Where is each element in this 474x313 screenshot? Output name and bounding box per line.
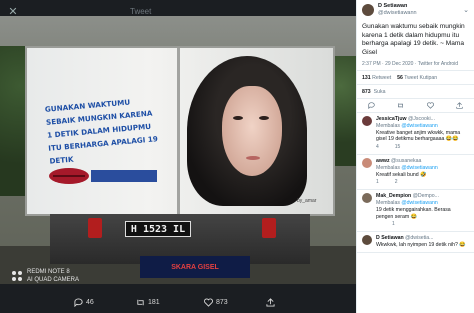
like-count[interactable]: 1 [392,221,395,228]
reply-handle[interactable]: @Dempo... [413,193,439,199]
chevron-down-icon[interactable]: ⌄ [463,6,469,14]
share-icon [266,298,275,307]
author-name[interactable]: D Setiawan [378,3,417,10]
retweet-icon [137,299,144,306]
camera-dots-icon [12,271,22,281]
tweet-side-panel: D Setiawan @dwisetiawann ⌄ Gunakan waktu… [356,0,474,313]
heart-icon[interactable] [426,102,434,109]
tweet-text: Gunakan waktumu sebaik mungkin karena 1 … [362,23,465,56]
replying-to-link[interactable]: @dwisetiawann [401,165,437,171]
truck-box: Gunakan waktumu sebaik mungkin karena 1 … [25,46,335,216]
reply-text: 19 detik menggairahkan. Berasa pengen se… [376,206,451,220]
reply-icon[interactable] [368,102,375,109]
reply-author[interactable]: JessicaTjuw [376,116,407,122]
like-action[interactable]: 873 [204,298,228,307]
lips-graphic [49,168,89,184]
replying-to-link[interactable]: @dwisetiawann [401,123,437,129]
tweet-meta: 2:37 PM · 29 Dec 2020 · Twitter for Andr… [357,59,474,71]
painter-signature: by_amar [297,198,317,204]
camera-watermark: REDMI NOTE 8 AI QUAD CAMERA [12,268,79,284]
mudflap: SKARA GISEL [140,256,250,278]
reply-actions: 1 [376,221,469,228]
retweet-stat[interactable]: 131 Retweet [362,75,391,81]
viewer-topbar: ✕ Tweet [0,0,356,22]
tail-light-left [88,218,102,238]
retweet-icon[interactable] [397,102,404,109]
viewer-title: Tweet [130,6,152,16]
media-viewer: Gunakan waktumu sebaik mungkin karena 1 … [0,0,356,313]
avatar[interactable] [362,116,372,126]
tweet-stats: 131 Retweet 56 Tweet Kutipan [357,71,474,85]
truck-slogan: Gunakan waktumu sebaik mungkin karena 1 … [44,97,159,166]
reply-item[interactable]: Mak_Dempion @Dempo... Membalas @dwisetia… [357,190,474,233]
tweet-author[interactable]: D Setiawan @dwisetiawann ⌄ [357,0,474,20]
reply-handle[interactable]: @susanekaa [391,158,421,164]
camera-model: REDMI NOTE 8 [27,269,70,275]
likes-stat[interactable]: 873 Suka [357,85,474,99]
like-count: 873 [216,299,228,306]
share-action[interactable] [266,298,275,307]
camera-feature: AI QUAD CAMERA [27,277,80,283]
portrait-eye-left [233,116,243,120]
reply-text: Wkwkwk, lah nyimpen 19 detik nih? 😂 [376,241,466,248]
reply-text: Kreative banget anjim wkwkk, mama gisel … [376,129,461,143]
reply-handle[interactable]: @dwisetia... [405,235,433,241]
avatar[interactable] [362,235,372,246]
reply-author[interactable]: D Setiawan [376,235,404,241]
retweet-count: 181 [148,299,160,306]
portrait-mouth [246,156,260,160]
license-plate: H 1523 IL [125,221,191,237]
reply-icon [74,298,83,307]
avatar[interactable] [362,193,372,204]
tweet-photo[interactable]: Gunakan waktumu sebaik mungkin karena 1 … [0,16,356,284]
share-icon[interactable] [456,102,463,109]
reply-item[interactable]: awwz @susanekaa Membalas @dwisetiawann K… [357,155,474,191]
quote-stat[interactable]: 56 Tweet Kutipan [397,75,437,81]
reply-count[interactable]: 4 [376,144,379,151]
viewer-actions: 46 181 873 [0,292,356,313]
tail-light-right [262,218,276,238]
reply-text: Kreatif sekali bund 🤣 [376,171,427,178]
reply-author[interactable]: awwz [376,158,390,164]
tweet-action-bar [357,99,474,113]
avatar[interactable] [362,157,372,168]
avatar[interactable] [362,4,374,16]
author-handle[interactable]: @dwisetiawann [378,10,417,17]
replying-to-link[interactable]: @dwisetiawann [401,200,437,206]
like-count[interactable]: 15 [395,144,401,151]
reply-count[interactable]: 1 [376,179,379,186]
reply-action[interactable]: 46 [74,298,94,307]
reply-count: 46 [86,299,94,306]
reply-author[interactable]: Mak_Dempion [376,193,411,199]
portrait-painting [177,56,327,206]
close-icon[interactable]: ✕ [6,4,20,18]
heart-icon [204,298,213,307]
reply-actions: 4 15 [376,144,469,151]
like-count[interactable]: 2 [395,179,398,186]
portrait-face [222,86,282,176]
reply-handle[interactable]: @Jscooki... [408,116,435,122]
reply-actions: 12 [376,179,469,186]
reply-item[interactable]: JessicaTjuw @Jscooki... Membalas @dwiset… [357,113,474,155]
reply-item[interactable]: D Setiawan @dwisetia... Wkwkwk, lah nyim… [357,232,474,253]
retweet-action[interactable]: 181 [136,298,160,307]
lips-bar [91,170,157,182]
portrait-eye-right [259,116,269,120]
